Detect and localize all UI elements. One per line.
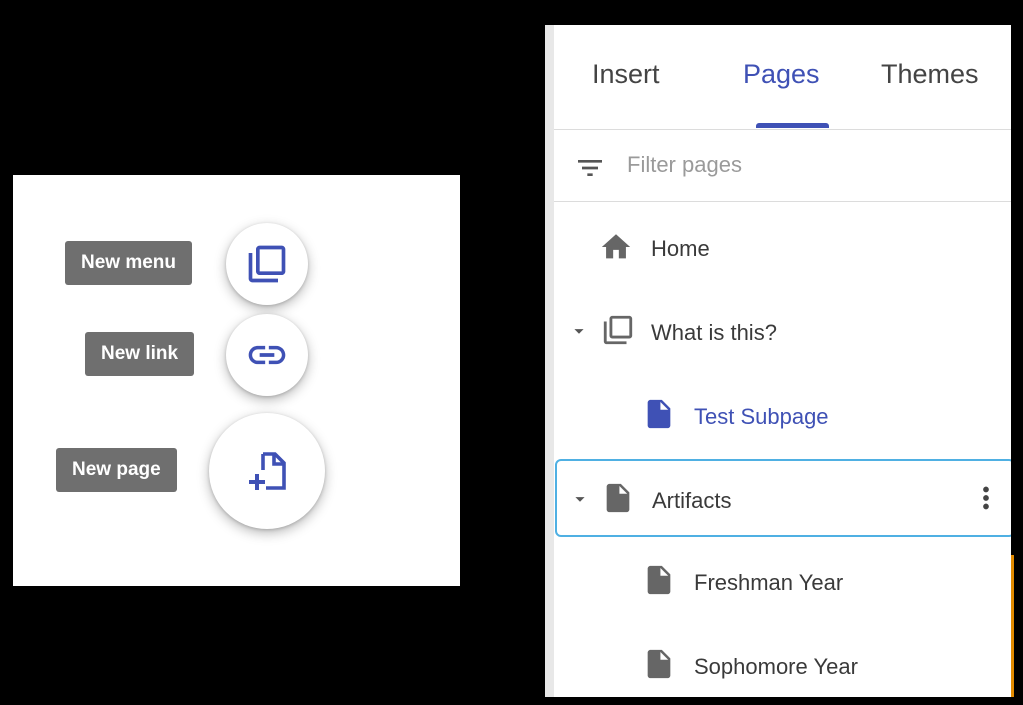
active-tab-indicator <box>756 123 829 128</box>
page-item-what-is-this[interactable]: What is this? <box>554 293 1011 371</box>
expand-arrow-icon[interactable] <box>568 320 590 342</box>
page-item-label: Sophomore Year <box>694 654 858 679</box>
link-icon <box>248 345 286 365</box>
page-icon <box>647 399 671 429</box>
page-icon <box>647 649 671 679</box>
pages-side-panel: Insert Pages Themes Filter pages Home Wh… <box>545 25 1011 697</box>
new-menu-row[interactable]: New menu <box>65 241 193 285</box>
page-item-test-subpage[interactable]: Test Subpage <box>554 377 1011 455</box>
page-item-freshman-year[interactable]: Freshman Year <box>554 543 1011 621</box>
new-link-label[interactable]: New link <box>85 332 195 376</box>
page-item-label: Freshman Year <box>694 570 844 595</box>
page-item-label: Home <box>651 236 710 261</box>
page-item-artifacts[interactable]: Artifacts <box>555 459 1011 537</box>
new-menu-icon <box>248 245 286 283</box>
page-item-label: Test Subpage <box>694 404 829 429</box>
panel-divider <box>545 25 554 697</box>
new-page-label[interactable]: New page <box>56 448 177 492</box>
page-item-sophomore-year[interactable]: Sophomore Year <box>554 627 1011 697</box>
new-link-row[interactable]: New link <box>85 332 195 376</box>
window-edge-accent <box>1011 555 1014 697</box>
panel-tabs: Insert Pages Themes <box>554 25 1011 130</box>
expand-arrow-icon[interactable] <box>569 488 591 510</box>
fab-speed-dial-panel: New menu New link New page <box>13 175 460 586</box>
page-item-label: Artifacts <box>652 488 732 513</box>
home-icon <box>601 234 631 259</box>
page-item-label: What is this? <box>651 320 777 345</box>
new-menu-button[interactable] <box>226 223 308 305</box>
menu-pages-icon <box>603 315 633 345</box>
filter-pages-bar[interactable]: Filter pages <box>554 130 1011 202</box>
more-vert-icon[interactable] <box>969 479 1003 517</box>
new-page-row[interactable]: New page <box>56 448 177 492</box>
tab-themes[interactable]: Themes <box>881 59 979 90</box>
tab-pages[interactable]: Pages <box>743 59 820 90</box>
page-icon <box>606 483 630 513</box>
new-menu-label[interactable]: New menu <box>65 241 193 285</box>
new-page-icon <box>249 452 286 490</box>
filter-icon[interactable] <box>574 152 606 184</box>
page-icon <box>647 565 671 595</box>
new-page-button[interactable] <box>209 413 325 529</box>
filter-pages-input[interactable]: Filter pages <box>627 152 742 178</box>
new-link-button[interactable] <box>226 314 308 396</box>
tab-insert[interactable]: Insert <box>592 59 660 90</box>
page-item-home[interactable]: Home <box>554 209 1011 287</box>
